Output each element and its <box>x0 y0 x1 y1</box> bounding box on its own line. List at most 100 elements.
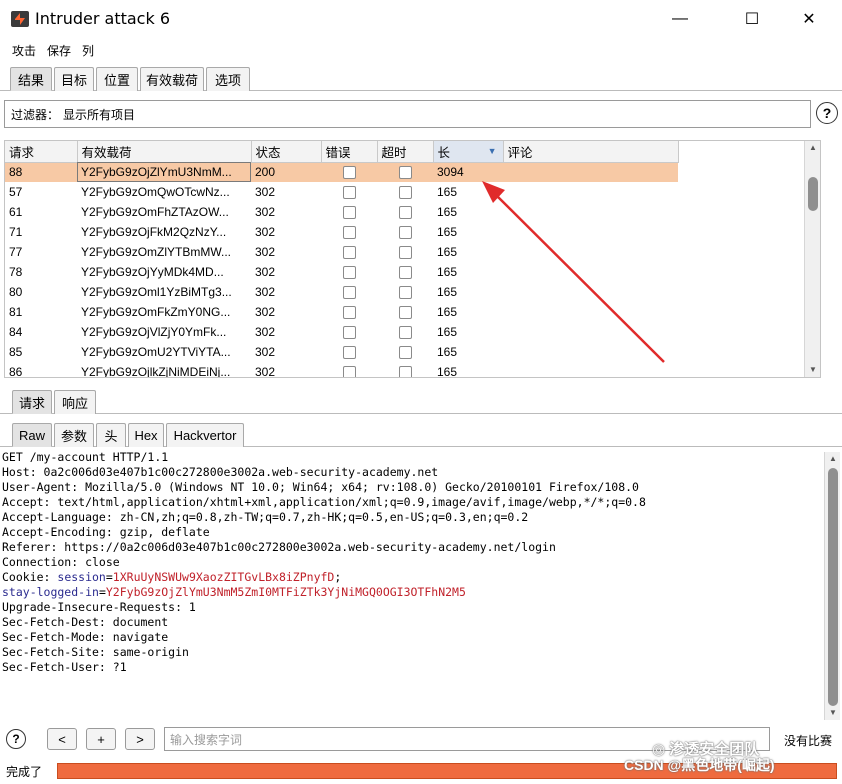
timeout-checkbox <box>398 246 412 260</box>
error-checkbox <box>342 266 356 280</box>
tab-hackvertor[interactable]: Hackvertor <box>166 423 244 447</box>
cell-status: 302 <box>255 205 276 219</box>
table-row[interactable]: 57 Y2FybG9zOmQwOTcwNz... 302 165 <box>5 182 678 202</box>
maximize-button[interactable]: ☐ <box>729 0 775 38</box>
cell-comment <box>503 182 678 202</box>
col-error[interactable]: 错误 <box>321 141 378 163</box>
filter-bar[interactable]: 过滤器： 显示所有项目 <box>4 100 811 128</box>
cell-payload: Y2FybG9zOjFkM2QzNzY... <box>81 225 227 239</box>
help-icon[interactable]: ? <box>6 729 26 749</box>
table-row[interactable]: 81 Y2FybG9zOmFkZmY0NG... 302 165 <box>5 302 678 322</box>
status-text: 完成了 <box>6 765 43 779</box>
cell-timeout <box>377 162 433 182</box>
table-scrollbar[interactable]: ▲ ▼ <box>804 141 820 377</box>
cell-timeout <box>377 242 433 262</box>
tab-raw[interactable]: Raw <box>12 423 52 447</box>
cell-status: 200 <box>251 162 321 182</box>
cell-error <box>321 202 377 222</box>
minimize-button[interactable]: — <box>657 0 703 38</box>
cell-timeout <box>377 362 433 377</box>
request-scroll-thumb[interactable] <box>828 468 838 706</box>
table-row[interactable]: 77 Y2FybG9zOmZlYTBmMW... 302 165 <box>5 242 678 262</box>
cell-timeout <box>377 322 433 342</box>
col-payload[interactable]: 有效载荷 <box>77 141 252 163</box>
table-row[interactable]: 80 Y2FybG9zOml1YzBiMTg3... 302 165 <box>5 282 678 302</box>
tab-response[interactable]: 响应 <box>54 390 96 414</box>
tab-positions[interactable]: 位置 <box>96 67 138 91</box>
next-match-button[interactable]: > <box>125 728 155 750</box>
table-row[interactable]: 84 Y2FybG9zOjVlZjY0YmFk... 302 165 <box>5 322 678 342</box>
error-checkbox <box>342 346 356 360</box>
scroll-down-icon[interactable]: ▼ <box>805 363 820 377</box>
tab-request[interactable]: 请求 <box>12 390 52 414</box>
filter-label: 过滤器： <box>11 107 60 122</box>
table-row[interactable]: 88 Y2FybG9zOjZlYmU3NmM... 200 3094 <box>5 162 678 182</box>
cell-comment <box>503 302 678 322</box>
table-row[interactable]: 86 Y2FybG9zOjlkZjNiMDEiNj... 302 165 <box>5 362 678 378</box>
menu-attack[interactable]: 攻击 <box>12 42 36 59</box>
col-length[interactable]: 长 ▼ <box>433 141 504 163</box>
cell-payload: Y2FybG9zOmFhZTAzOW... <box>81 205 229 219</box>
cell-error <box>321 242 377 262</box>
scroll-up-icon[interactable]: ▲ <box>825 452 841 466</box>
scroll-up-icon[interactable]: ▲ <box>805 141 820 155</box>
request-line: stay-logged-in=Y2FybG9zOjZlYmU3NmM5ZmI0M… <box>2 585 824 600</box>
filter-value: 显示所有项目 <box>63 107 136 122</box>
timeout-checkbox <box>398 206 412 220</box>
message-tab-bar: 请求 响应 <box>0 386 842 414</box>
tab-target[interactable]: 目标 <box>54 67 94 91</box>
request-editor[interactable]: GET /my-account HTTP/1.1 Host: 0a2c006d03… <box>2 450 824 720</box>
cell-payload: Y2FybG9zOjZlYmU3NmM... <box>77 162 251 182</box>
col-length-label: 长 <box>437 145 451 160</box>
error-checkbox <box>342 226 356 240</box>
request-line: Sec-Fetch-User: ?1 <box>2 660 127 674</box>
table-row[interactable]: 85 Y2FybG9zOmU2YTViYTA... 302 165 <box>5 342 678 362</box>
scroll-down-icon[interactable]: ▼ <box>825 706 841 720</box>
error-checkbox <box>342 306 356 320</box>
request-line: Accept-Encoding: gzip, deflate <box>2 525 210 539</box>
request-scrollbar[interactable]: ▲ ▼ <box>824 452 840 720</box>
cookie-value: Y2FybG9zOjZlYmU3NmM5ZmI0MTFiZTk3YjNiMGQ0… <box>105 585 466 599</box>
timeout-checkbox <box>398 266 412 280</box>
cell-comment <box>503 282 678 302</box>
error-checkbox <box>342 246 356 260</box>
search-placeholder: 输入搜索字词 <box>170 732 243 747</box>
cell-payload: Y2FybG9zOmQwOTcwNz... <box>81 185 230 199</box>
request-line: User-Agent: Mozilla/5.0 (Windows NT 10.0… <box>2 480 639 494</box>
col-status[interactable]: 状态 <box>251 141 322 163</box>
cell-timeout <box>377 282 433 302</box>
cell-error <box>321 362 377 377</box>
table-scroll-thumb[interactable] <box>808 177 818 211</box>
add-button[interactable]: + <box>86 728 116 750</box>
cell-length: 165 <box>437 245 458 259</box>
col-timeout[interactable]: 超时 <box>377 141 434 163</box>
request-line: Referer: https://0a2c006d03e407b1c00c272… <box>2 540 556 554</box>
watermark-csdn: CSDN @黑色地带(崛起) <box>624 757 775 773</box>
table-row[interactable]: 78 Y2FybG9zOjYyMDk4MD... 302 165 <box>5 262 678 282</box>
tab-headers[interactable]: 头 <box>96 423 126 447</box>
menu-columns[interactable]: 列 <box>82 42 94 59</box>
tab-payloads[interactable]: 有效载荷 <box>140 67 204 91</box>
burp-app-icon <box>11 11 29 27</box>
error-checkbox <box>342 206 356 220</box>
cell-request: 78 <box>9 265 23 279</box>
col-request[interactable]: 请求 <box>5 141 78 163</box>
help-icon[interactable]: ? <box>816 102 838 124</box>
menu-save[interactable]: 保存 <box>47 42 71 59</box>
tab-params[interactable]: 参数 <box>54 423 94 447</box>
table-row[interactable]: 61 Y2FybG9zOmFhZTAzOW... 302 165 <box>5 202 678 222</box>
cell-timeout <box>377 342 433 362</box>
tab-results[interactable]: 结果 <box>10 67 52 91</box>
timeout-checkbox <box>398 226 412 240</box>
close-button[interactable]: ✕ <box>786 0 832 38</box>
cell-error <box>321 182 377 202</box>
col-comment[interactable]: 评论 <box>503 141 679 163</box>
table-header: 请求 有效载荷 状态 错误 超时 长 ▼ 评论 <box>5 141 679 163</box>
tab-options[interactable]: 选项 <box>206 67 250 91</box>
cell-request: 77 <box>9 245 23 259</box>
timeout-checkbox <box>398 366 412 377</box>
tab-hex[interactable]: Hex <box>128 423 164 447</box>
table-row[interactable]: 71 Y2FybG9zOjFkM2QzNzY... 302 165 <box>5 222 678 242</box>
cell-request: 86 <box>9 365 23 378</box>
prev-match-button[interactable]: < <box>47 728 77 750</box>
